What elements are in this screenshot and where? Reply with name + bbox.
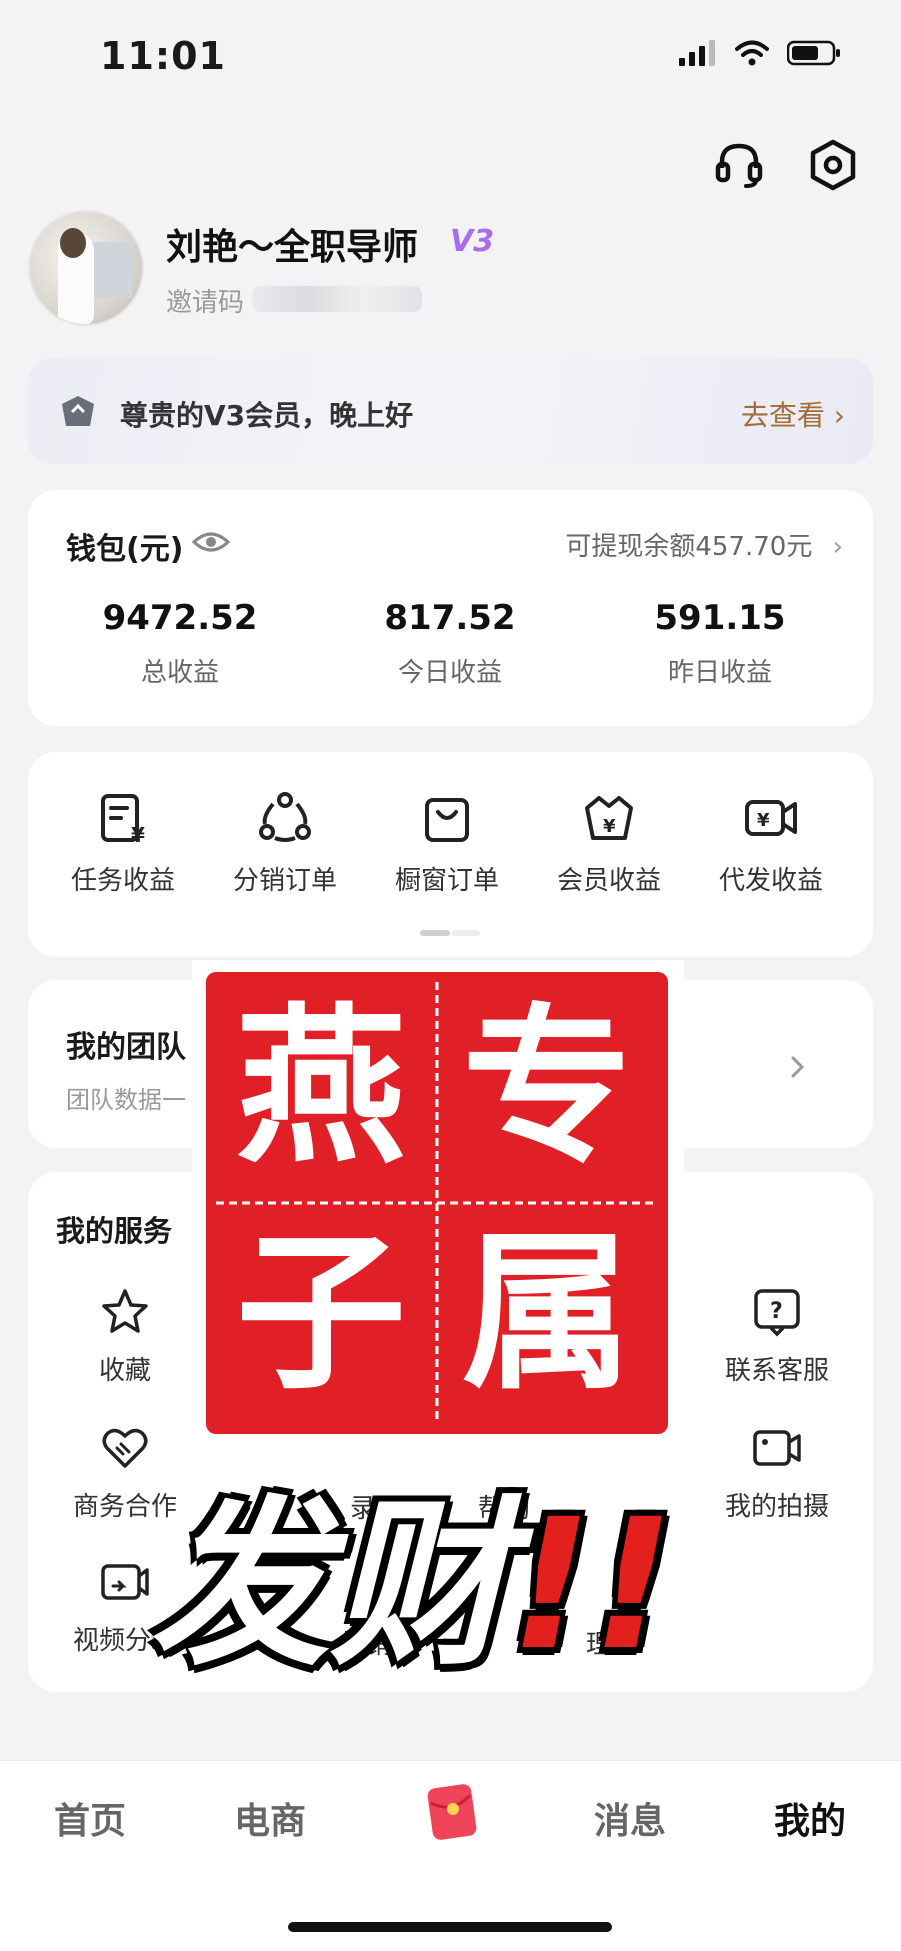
member-income-entry[interactable]: ¥ 会员收益 xyxy=(534,790,684,897)
vip-level-badge: V3 xyxy=(450,224,495,259)
avatar[interactable] xyxy=(28,210,144,326)
wifi-icon xyxy=(735,40,769,66)
showcase-order-label: 橱窗订单 xyxy=(394,866,499,896)
caption-text: 发财 xyxy=(150,1481,511,1690)
crown-shield-icon xyxy=(62,396,94,426)
view-details-label: 去查看 xyxy=(740,399,825,432)
proxy-income-label: 代发收益 xyxy=(718,866,823,896)
video-yen-icon: ¥ xyxy=(745,800,797,836)
contact-support-label: 联系客服 xyxy=(724,1356,829,1386)
video-share-icon xyxy=(101,1564,149,1600)
shop-bag-icon xyxy=(425,798,469,842)
status-icons xyxy=(679,40,841,66)
chevron-right-icon: › xyxy=(833,399,845,432)
wallet-title: 钱包(元) xyxy=(66,532,184,567)
distribution-order-label: 分销订单 xyxy=(232,866,337,896)
seal-stamp-overlay: 燕 专 子 属 xyxy=(192,960,684,1450)
contact-support-entry[interactable]: ? 联系客服 xyxy=(692,1286,862,1387)
signal-icon xyxy=(679,40,715,66)
my-shoots-entry[interactable]: 我的拍摄 xyxy=(692,1422,862,1523)
star-icon xyxy=(102,1289,148,1333)
overlay-caption: 发财!! xyxy=(150,1438,674,1699)
favorites-entry[interactable]: 收藏 xyxy=(40,1286,210,1387)
task-income-entry[interactable]: ¥ 任务收益 xyxy=(48,790,198,897)
red-packet-icon[interactable] xyxy=(424,1782,480,1840)
my-shoots-label: 我的拍摄 xyxy=(724,1492,829,1522)
user-name: 刘艳～全职导师 xyxy=(166,227,419,268)
eye-icon[interactable] xyxy=(192,528,230,556)
total-income-value: 9472.52 xyxy=(102,598,258,638)
invite-code-blurred xyxy=(252,286,422,312)
status-time: 11:01 xyxy=(100,34,226,78)
customer-service-headset-icon[interactable] xyxy=(712,138,766,192)
task-income-label: 任务收益 xyxy=(70,866,175,896)
showcase-order-entry[interactable]: 橱窗订单 xyxy=(372,790,522,897)
member-income-label: 会员收益 xyxy=(556,866,661,896)
withdrawable-balance: 可提现余额457.70元 xyxy=(565,532,813,562)
proxy-income-entry[interactable]: ¥ 代发收益 xyxy=(696,790,846,897)
stamp-char-3: 子 xyxy=(236,1213,407,1413)
invite-code-label: 邀请码 xyxy=(166,288,245,318)
pager-indicator xyxy=(420,930,480,936)
my-team-subtitle: 团队数据一 xyxy=(66,1086,186,1114)
home-indicator xyxy=(288,1922,612,1932)
distribution-order-entry[interactable]: 分销订单 xyxy=(210,790,360,897)
distribution-icon xyxy=(259,792,311,842)
svg-text:¥: ¥ xyxy=(603,816,616,837)
task-income-icon: ¥ xyxy=(101,794,145,846)
tab-mine[interactable]: 我的 xyxy=(774,1792,846,1844)
svg-text:¥: ¥ xyxy=(131,823,145,846)
yesterday-income-value: 591.15 xyxy=(654,598,786,638)
chevron-right-icon: › xyxy=(832,532,843,562)
today-income-value: 817.52 xyxy=(384,598,516,638)
favorites-label: 收藏 xyxy=(98,1356,151,1386)
total-income-label: 总收益 xyxy=(140,658,219,688)
member-income-icon: ¥ xyxy=(585,796,633,840)
my-services-title: 我的服务 xyxy=(56,1214,173,1248)
tab-ecommerce[interactable]: 电商 xyxy=(234,1792,306,1844)
yesterday-income-label: 昨日收益 xyxy=(667,658,772,688)
tab-home[interactable]: 首页 xyxy=(54,1792,126,1844)
svg-text:¥: ¥ xyxy=(757,810,770,831)
battery-icon xyxy=(787,40,840,66)
svg-text:?: ? xyxy=(770,1299,783,1324)
stamp-char-4: 属 xyxy=(462,1213,633,1413)
stamp-char-2: 专 xyxy=(462,987,633,1187)
stamp-char-1: 燕 xyxy=(236,987,407,1187)
withdrawable-balance-link[interactable]: 可提现余额457.70元 › xyxy=(565,526,843,563)
camera-icon xyxy=(753,1430,801,1466)
heart-handshake-icon xyxy=(102,1428,148,1468)
today-income-label: 今日收益 xyxy=(397,658,502,688)
tab-messages[interactable]: 消息 xyxy=(594,1792,666,1844)
help-icon: ? xyxy=(754,1289,800,1337)
settings-hexagon-icon[interactable] xyxy=(806,138,860,192)
chevron-right-icon xyxy=(791,1056,805,1078)
member-greeting: 尊贵的V3会员，晚上好 xyxy=(120,399,414,432)
my-team-title: 我的团队 xyxy=(66,1030,186,1065)
view-details-link[interactable]: 去查看 › xyxy=(741,394,845,434)
caption-exclaim: !! xyxy=(510,1481,675,1690)
